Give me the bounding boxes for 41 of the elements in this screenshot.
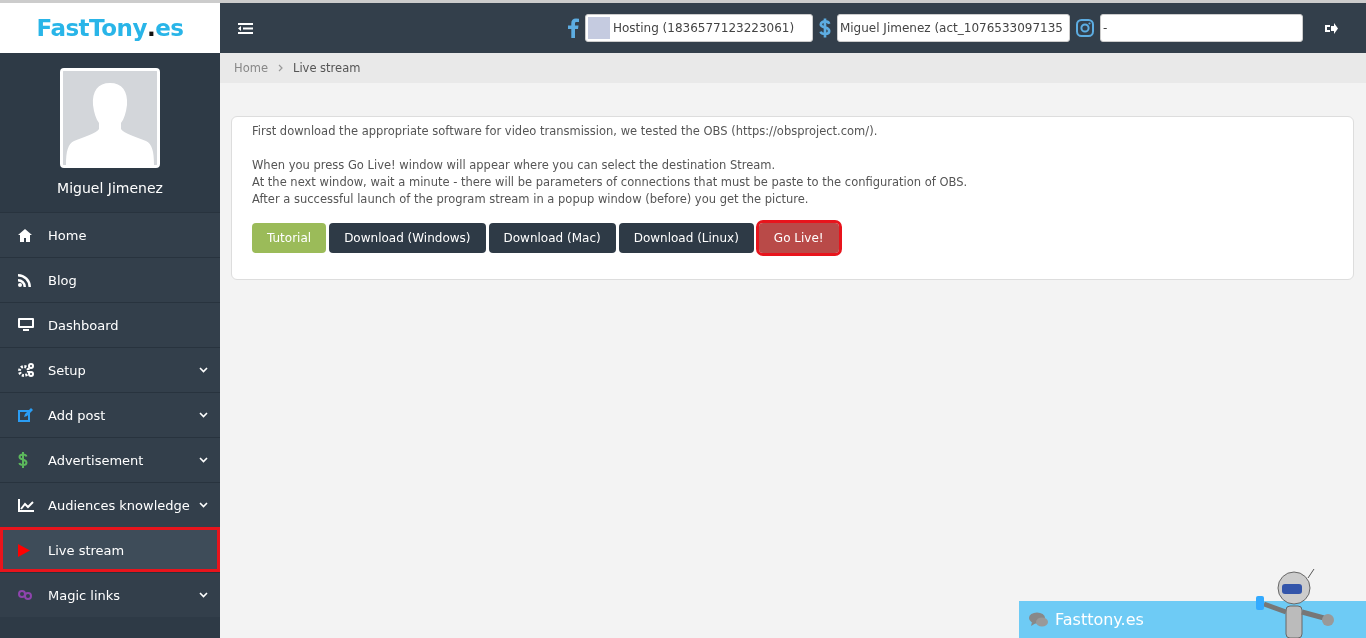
- sidebar-item[interactable]: Magic links: [0, 572, 220, 617]
- download-button[interactable]: Download (Linux): [618, 223, 754, 253]
- line-chart-icon: [18, 498, 34, 512]
- sidebar-item[interactable]: Blog: [0, 257, 220, 302]
- go-live-button[interactable]: Go Live!: [758, 223, 839, 253]
- instruction-text: After a successful launch of the program stream in a popup window (before) you get the picture.: [252, 191, 810, 208]
- instruction-text: At the next window, wait a minute - there will be parameters of connections that must be paste to the configuration of OBS.: [252, 174, 969, 191]
- menu-icon[interactable]: [238, 22, 253, 34]
- instruction-text: First download the appropriate software for video transmission, we tested the OBS (https://obsproject.com/).: [252, 123, 879, 140]
- account-select[interactable]: Hosting (1836577123223061): [584, 14, 813, 42]
- chevron-right-icon: [277, 64, 283, 72]
- link-icon: [18, 590, 32, 600]
- download-button[interactable]: Download (Windows): [329, 223, 486, 253]
- profile-name: Miguel Jimenez: [57, 180, 163, 196]
- instruction-text: When you press Go Live! window will appear where you can select the destination Stream.: [252, 157, 777, 174]
- sidebar-item[interactable]: Audiences knowledge: [0, 482, 220, 527]
- dollar-icon: [18, 452, 28, 468]
- logout-icon[interactable]: [1325, 22, 1338, 34]
- sidebar-item[interactable]: Dashboard: [0, 302, 220, 347]
- account-select[interactable]: Miguel Jimenez (act_1076533097135: [836, 14, 1070, 42]
- gears-icon: [18, 363, 34, 377]
- chat-title: Fasttony.es: [1055, 610, 1144, 629]
- sidebar-item[interactable]: Setup: [0, 347, 220, 392]
- edit-icon: [18, 408, 33, 422]
- sidebar-item[interactable]: Add post: [0, 392, 220, 437]
- home-icon: [18, 228, 32, 242]
- page-thumbnail: [587, 17, 610, 39]
- sidebar-item[interactable]: Advertisement: [0, 437, 220, 482]
- instagram-icon: [1076, 19, 1094, 37]
- sidebar-item[interactable]: Home: [0, 212, 220, 257]
- logo[interactable]: FastTony.es: [0, 3, 220, 53]
- chat-icon: [1029, 611, 1049, 628]
- monitor-icon: [18, 318, 34, 332]
- dollar-icon: [818, 17, 831, 39]
- rss-icon: [18, 273, 31, 287]
- breadcrumb-current: Live stream: [292, 61, 361, 75]
- play-icon: [18, 543, 30, 557]
- sidebar-item[interactable]: Live stream: [0, 527, 220, 572]
- facebook-icon: [567, 18, 579, 38]
- account-select[interactable]: -: [1100, 14, 1303, 42]
- download-button[interactable]: Download (Mac): [488, 223, 616, 253]
